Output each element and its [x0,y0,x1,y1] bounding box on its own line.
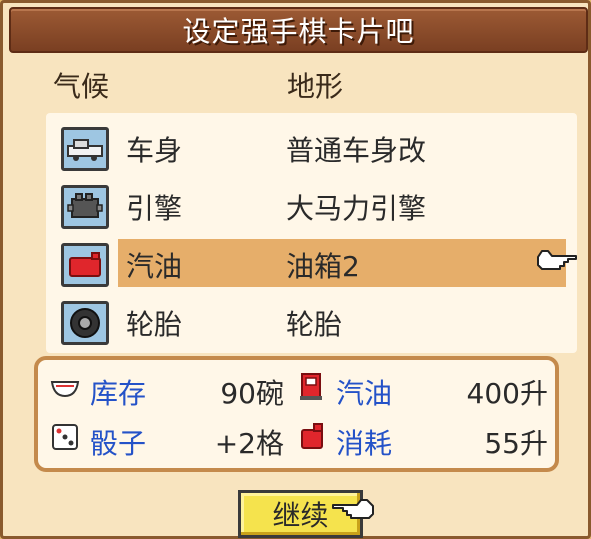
part-value: 大马力引擎 [286,192,427,225]
engine-icon [61,185,109,229]
part-label: 引擎 [126,192,183,225]
dice-icon [50,422,80,456]
part-row-fuel[interactable]: 汽油 油箱2 [46,239,577,293]
stat-consumption-label: 消耗 [336,427,393,460]
tire-icon [61,301,109,345]
parts-list: 车身 普通车身改 引擎 大马力引擎 汽油 油箱2 轮胎 轮胎 [46,113,577,353]
stat-stock-label: 库存 [90,377,147,410]
stat-dice-label: 骰子 [90,427,147,460]
stat-consumption-value: 55升 [484,427,548,460]
part-row-body[interactable]: 车身 普通车身改 [46,123,577,177]
fuel-pump-icon [296,370,328,406]
part-value: 轮胎 [286,308,343,341]
part-label: 轮胎 [126,308,183,341]
stat-stock-value: 90碗 [220,377,284,410]
stats-panel: 库存 90碗 汽油 400升 骰子 +2格 消耗 55升 [34,356,559,472]
fuel-tank-icon [61,243,109,287]
bowl-icon [50,374,80,404]
part-row-engine[interactable]: 引擎 大马力引擎 [46,181,577,235]
stat-fuel-label: 汽油 [336,377,393,410]
dialog-frame: 设定强手棋卡片吧 气候 地形 车身 普通车身改 引擎 大马力引擎 汽油 油箱2 … [0,0,591,539]
part-value: 油箱2 [286,250,360,283]
part-label: 汽油 [126,250,183,283]
header-left: 气候 [53,70,110,103]
pointer-hand-icon [536,247,578,277]
car-body-icon [61,127,109,171]
pointer-hand-icon [331,495,375,527]
dialog-title: 设定强手棋卡片吧 [182,15,415,48]
part-value: 普通车身改 [286,134,427,167]
header-right: 地形 [287,70,344,103]
fuel-can-icon [296,420,328,456]
part-row-tire[interactable]: 轮胎 轮胎 [46,297,577,351]
title-bar: 设定强手棋卡片吧 [9,7,588,53]
stat-fuel-value: 400升 [466,377,548,410]
stat-dice-value: +2格 [214,427,284,460]
part-label: 车身 [126,134,183,167]
